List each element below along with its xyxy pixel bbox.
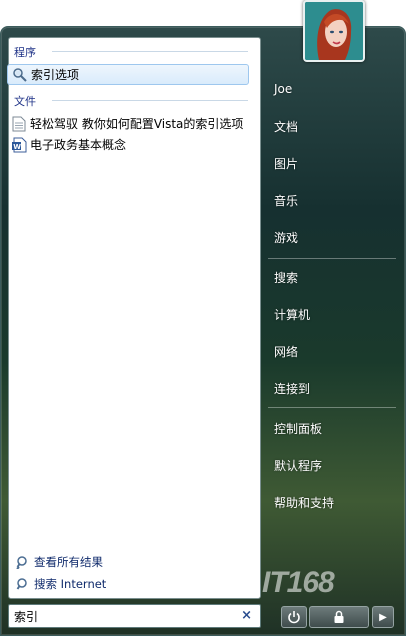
files-header: 文件 <box>14 95 36 108</box>
search-input[interactable]: 索引 × <box>8 604 261 628</box>
search-input-value: 索引 <box>14 609 39 624</box>
search-internet-link[interactable]: 搜索 Internet <box>16 575 106 593</box>
lock-button[interactable] <box>309 606 369 628</box>
power-icon <box>288 611 300 624</box>
files-divider <box>52 100 248 101</box>
right-pane-divider <box>268 407 396 408</box>
right-item-default-programs[interactable]: 默认程序 <box>266 450 398 480</box>
see-all-results-label: 查看所有结果 <box>34 555 103 569</box>
right-item-documents[interactable]: 文档 <box>266 111 398 141</box>
chevron-right-icon: ▶ <box>379 611 387 623</box>
right-item-connect-to[interactable]: 连接到 <box>266 373 398 403</box>
search-icon <box>16 578 27 590</box>
right-item-computer[interactable]: 计算机 <box>266 299 398 329</box>
file-item-e-government[interactable]: W 电子政务基本概念 <box>7 134 249 155</box>
user-avatar-image <box>305 2 363 60</box>
search-icon <box>16 556 27 569</box>
right-item-search[interactable]: 搜索 <box>266 262 398 292</box>
right-item-user[interactable]: Joe <box>266 74 398 104</box>
lock-icon <box>334 610 344 623</box>
power-button[interactable] <box>281 606 307 628</box>
user-avatar[interactable] <box>303 0 365 62</box>
programs-header: 程序 <box>14 46 36 59</box>
file-item-vista-indexing[interactable]: 轻松驾驭 教你如何配置Vista的索引选项 <box>7 113 249 134</box>
programs-divider <box>52 51 248 52</box>
word-document-icon: W <box>11 137 27 153</box>
right-item-music[interactable]: 音乐 <box>266 185 398 215</box>
search-internet-label: 搜索 Internet <box>34 577 107 591</box>
shutdown-options-button[interactable]: ▶ <box>372 606 394 628</box>
right-item-help-support[interactable]: 帮助和支持 <box>266 487 398 517</box>
program-item-label: 索引选项 <box>31 68 80 82</box>
svg-text:W: W <box>13 143 21 151</box>
file-item-label: 电子政务基本概念 <box>30 138 127 152</box>
right-item-control-panel[interactable]: 控制面板 <box>266 413 398 443</box>
right-item-network[interactable]: 网络 <box>266 336 398 366</box>
right-pane-divider <box>268 258 396 259</box>
right-item-pictures[interactable]: 图片 <box>266 148 398 178</box>
program-item-indexing-options[interactable]: 索引选项 <box>7 64 249 85</box>
indexing-options-icon <box>12 67 28 83</box>
clear-search-button[interactable]: × <box>241 608 252 623</box>
text-document-icon <box>11 116 27 132</box>
see-all-results-link[interactable]: 查看所有结果 <box>16 553 103 571</box>
watermark: IT168 <box>262 566 335 599</box>
right-item-games[interactable]: 游戏 <box>266 222 398 252</box>
file-item-label: 轻松驾驭 教你如何配置Vista的索引选项 <box>30 117 244 131</box>
